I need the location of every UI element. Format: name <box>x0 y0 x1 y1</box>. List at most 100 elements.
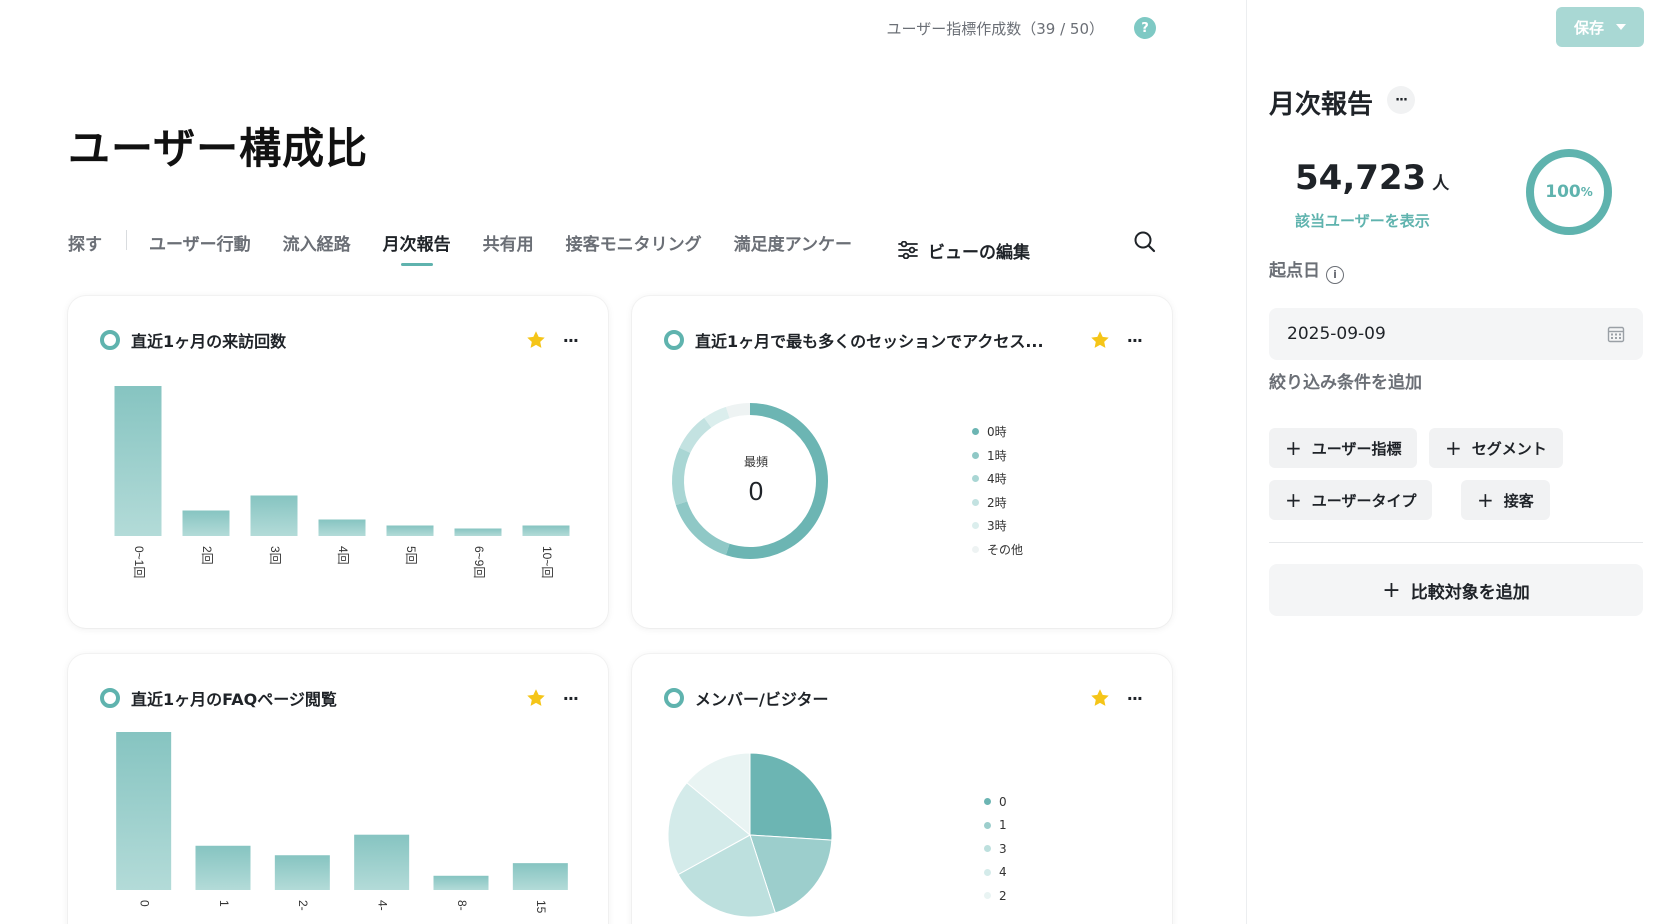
tab-engagement-monitoring[interactable]: 接客モニタリング <box>566 226 702 270</box>
pie-chart <box>667 752 833 918</box>
bar[interactable] <box>318 519 366 537</box>
donut-slice[interactable] <box>725 403 828 559</box>
tab-satisfaction-survey[interactable]: 満足度アンケー <box>734 226 852 270</box>
x-tick-label: 4回 <box>336 546 350 565</box>
info-icon[interactable]: i <box>1326 265 1344 284</box>
chart-card-faq-views: 直近1ヶ月のFAQページ閲覧 ··· 0 1 2- 4- 8- 15 <box>68 654 608 924</box>
start-date-label-text: 起点日 <box>1269 261 1320 281</box>
add-comparison-button[interactable]: + 比較対象を追加 <box>1269 564 1643 616</box>
show-users-link[interactable]: 該当ユーザーを表示 <box>1295 210 1430 231</box>
legend-dot <box>984 892 991 900</box>
metric-quota-text: ユーザー指標作成数（39 / 50） <box>886 19 1104 38</box>
tab-shared[interactable]: 共有用 <box>483 226 534 270</box>
donut-slice[interactable] <box>675 501 730 556</box>
tab-traffic-source[interactable]: 流入経路 <box>283 226 351 270</box>
start-date-field[interactable]: 2025-09-09 <box>1269 308 1643 360</box>
legend-dot <box>984 798 991 806</box>
percent-label: 100% <box>1523 146 1615 238</box>
tab-user-behavior[interactable]: ユーザー行動 <box>149 226 251 270</box>
question-circle-icon[interactable]: ? <box>1134 17 1156 39</box>
bar[interactable] <box>114 386 162 536</box>
start-date-label: 起点日 i <box>1269 256 1344 284</box>
view-tabs: 探す ユーザー行動 流入経路 月次報告 共有用 接客モニタリング 満足度アンケー… <box>68 226 1062 276</box>
legend-dot <box>972 428 979 436</box>
legend-dot <box>972 522 979 530</box>
percent-value: 100 <box>1545 182 1581 202</box>
settings-panel: 保存 月次報告 ··· 54,723 人 該当ユーザーを表示 100% 起点日 i… <box>1246 0 1664 924</box>
x-tick-label: 1 <box>217 900 231 907</box>
filter-label: 絞り込み条件を追加 <box>1269 373 1422 393</box>
legend-label: その他 <box>987 542 1024 557</box>
bar[interactable] <box>195 845 251 890</box>
donut-chart: 最頻 0 <box>672 403 828 559</box>
bar[interactable] <box>354 834 410 890</box>
bar-chart: 0 1 2- 4- 8- 15 <box>116 732 568 914</box>
page-title: ユーザー構成比 <box>68 124 369 173</box>
bar-chart: 0~1回 2回 3回 4回 5回 6~9回 10~回 <box>114 386 570 578</box>
legend-item[interactable]: 1時 <box>972 444 1023 468</box>
bar[interactable] <box>512 863 568 890</box>
bar[interactable] <box>182 510 230 537</box>
tab-divider <box>126 230 127 250</box>
chevron-down-icon <box>1616 24 1626 30</box>
donut-slice[interactable] <box>672 447 691 506</box>
plus-icon: + <box>1477 488 1494 512</box>
legend-item[interactable]: 3時 <box>972 514 1023 538</box>
tab-explore[interactable]: 探す <box>68 226 102 270</box>
tab-monthly-report[interactable]: 月次報告 <box>383 226 451 270</box>
legend-label: 0時 <box>987 425 1007 440</box>
main-content: ユーザー指標作成数（39 / 50） ? ユーザー構成比 探す ユーザー行動 流… <box>0 0 1246 924</box>
calendar-icon[interactable] <box>1607 325 1625 343</box>
user-count: 54,723 人 <box>1295 158 1449 198</box>
legend-dot <box>972 498 979 506</box>
chip-label: 接客 <box>1503 491 1534 510</box>
bar[interactable] <box>386 525 434 537</box>
legend-dot <box>984 868 991 876</box>
add-segment-chip[interactable]: + セグメント <box>1429 428 1563 468</box>
metric-quota: ユーザー指標作成数（39 / 50） ? <box>887 17 1156 39</box>
x-tick-label: 0~1回 <box>132 546 146 578</box>
add-comparison-label: 比較対象を追加 <box>1410 582 1530 603</box>
bar[interactable] <box>522 525 570 537</box>
chip-label: ユーザー指標 <box>1311 439 1402 458</box>
legend-dot <box>984 845 991 853</box>
bar[interactable] <box>274 855 330 890</box>
legend-item[interactable]: 1 <box>984 814 1007 838</box>
legend-item[interactable]: 4時 <box>972 467 1023 491</box>
chip-label: セグメント <box>1471 439 1547 458</box>
legend-item[interactable]: 2 <box>984 884 1007 908</box>
legend-label: 4 <box>999 865 1007 880</box>
save-button[interactable]: 保存 <box>1556 7 1644 47</box>
legend-item[interactable]: 0 <box>984 790 1007 814</box>
legend-item[interactable]: 4 <box>984 861 1007 885</box>
legend-item[interactable]: 0時 <box>972 420 1023 444</box>
add-user-metric-chip[interactable]: + ユーザー指標 <box>1269 428 1418 468</box>
legend-dot <box>984 821 991 829</box>
bar[interactable] <box>250 495 298 537</box>
save-button-label: 保存 <box>1573 18 1604 37</box>
pie-slice[interactable] <box>749 752 833 841</box>
chart-legend: 0 1 3 4 2 <box>984 790 1007 908</box>
legend-label: 1時 <box>987 448 1007 463</box>
legend-item[interactable]: 3 <box>984 837 1007 861</box>
legend-label: 3時 <box>987 519 1007 534</box>
legend-dot <box>972 545 979 553</box>
x-tick-label: 3回 <box>268 546 282 565</box>
donut-slice[interactable] <box>679 417 712 454</box>
add-engagement-chip[interactable]: + 接客 <box>1461 480 1550 520</box>
add-user-type-chip[interactable]: + ユーザータイプ <box>1269 480 1433 520</box>
plus-icon: + <box>1382 577 1401 603</box>
more-options-icon[interactable]: ··· <box>1387 86 1415 114</box>
legend-item[interactable]: その他 <box>972 538 1023 562</box>
edit-view-button[interactable]: ビューの編集 <box>898 226 1030 270</box>
legend-label: 1 <box>999 818 1007 833</box>
donut-slice[interactable] <box>704 406 730 428</box>
chart-card-member-visitor: メンバー/ビジター ··· 01342 <box>632 654 1172 924</box>
bar[interactable] <box>433 875 489 890</box>
legend-item[interactable]: 2時 <box>972 491 1023 515</box>
legend-label: 0 <box>999 794 1007 809</box>
search-icon[interactable] <box>1132 229 1158 255</box>
bar[interactable] <box>116 732 172 890</box>
bar[interactable] <box>454 528 502 537</box>
donut-slice[interactable] <box>725 403 751 419</box>
